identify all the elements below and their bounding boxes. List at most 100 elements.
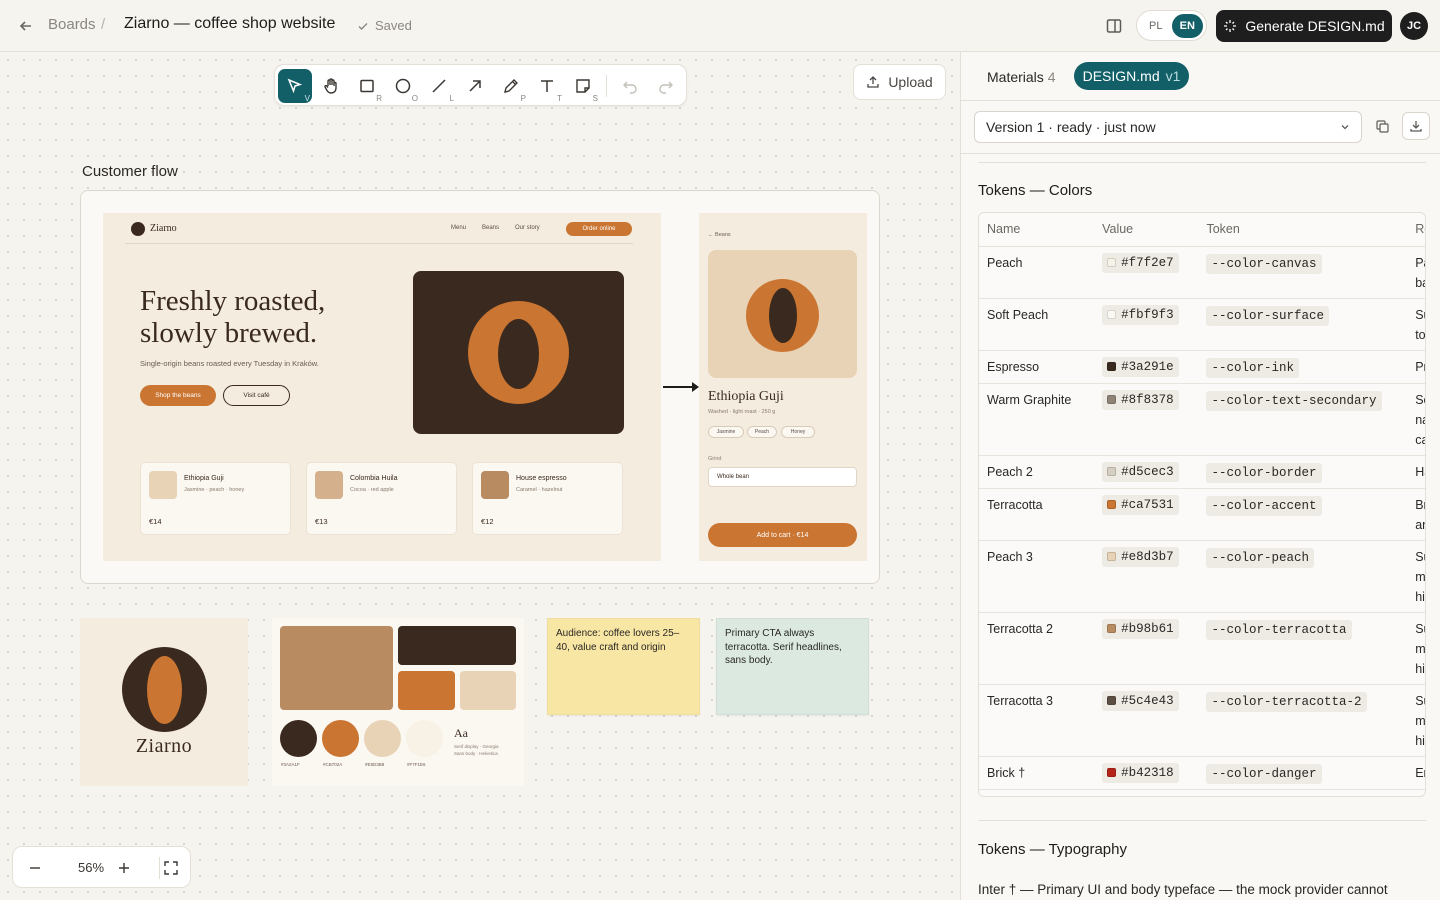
logo-material-card[interactable]: Ziarno [80, 618, 248, 786]
tab-design-label: DESIGN.md [1082, 68, 1160, 84]
sticky-note-audience[interactable]: Audience: coffee lovers 25–40, value cra… [547, 618, 700, 715]
zoom-out-button[interactable] [22, 855, 48, 881]
token-value[interactable]: #b98b61 [1102, 618, 1179, 639]
product-page-mockup[interactable]: ← Beans Ethiopia Guji Washed · light roa… [699, 213, 867, 561]
token-variable[interactable]: --color-terracotta [1206, 619, 1352, 640]
token-value[interactable]: #8f8378 [1102, 389, 1179, 410]
mock-product-card: Colombia Huila Cocoa · red apple €13 [306, 462, 457, 535]
token-value[interactable]: #e8d3b7 [1102, 546, 1179, 567]
chevron-down-icon [1341, 125, 1349, 130]
line-icon [432, 79, 446, 93]
canvas[interactable]: V R O L P T S Upload Customer flow Ziarn… [0, 52, 960, 900]
mock-divider [125, 243, 633, 244]
mock-note-chip: Jasmine [708, 426, 744, 438]
homepage-mockup[interactable]: Ziarno Menu Beans Our story Order online… [103, 213, 661, 561]
token-value-cell: #b42318 [1094, 756, 1199, 790]
tab-design-md[interactable]: DESIGN.md v1 [1074, 62, 1189, 90]
top-bar: Boards / Ziarno — coffee shop website Sa… [0, 0, 1440, 52]
zoom-in-button[interactable] [111, 855, 137, 881]
table-row: Peach #f7f2e7 --color-canvas Page canvas… [979, 246, 1425, 299]
token-value[interactable]: #b42318 [1102, 762, 1179, 783]
token-variable[interactable]: --color-terracotta-2 [1206, 691, 1367, 712]
palette-hex: #3A2A1F [281, 762, 300, 767]
token-variable[interactable]: --color-accent [1206, 495, 1322, 516]
sparkle-icon [1224, 20, 1237, 32]
arrow-tool[interactable] [458, 69, 492, 103]
color-swatch [1107, 258, 1117, 267]
token-cell: --color-terracotta-2 [1198, 684, 1408, 757]
token-variable[interactable]: --color-canvas [1206, 253, 1322, 274]
breadcrumb-boards[interactable]: Boards [48, 16, 96, 33]
token-role: Supporting materials – highlights [1407, 612, 1425, 685]
fit-screen-button[interactable] [158, 855, 184, 881]
token-value[interactable]: #ca7531 [1102, 494, 1179, 515]
tool-key: V [304, 94, 310, 103]
save-status: Saved [357, 18, 412, 33]
token-value[interactable]: #d5cec3 [1102, 461, 1179, 482]
token-variable[interactable]: --color-peach [1206, 547, 1314, 568]
lang-pl[interactable]: PL [1140, 14, 1172, 38]
frame-label[interactable]: Customer flow [82, 163, 178, 180]
copy-button[interactable] [1371, 115, 1393, 137]
sticky-note-icon [576, 79, 590, 93]
card-price: €14 [149, 517, 162, 526]
lang-en[interactable]: EN [1171, 13, 1203, 38]
rectangle-icon [360, 79, 374, 93]
upload-button[interactable]: Upload [853, 64, 946, 100]
token-variable[interactable]: --color-surface [1206, 305, 1329, 326]
avatar[interactable]: JC [1400, 12, 1428, 40]
token-value[interactable]: #f7f2e7 [1102, 252, 1179, 273]
token-variable[interactable]: --color-ink [1206, 357, 1299, 378]
table-row: Peach 2 #d5cec3 --color-border Hairline … [979, 455, 1425, 489]
back-arrow-icon[interactable] [16, 16, 36, 36]
mock-nav-item: Menu [451, 225, 467, 231]
table-header: Name Value Token Role [979, 213, 1425, 247]
token-value[interactable]: #5c4e43 [1102, 690, 1179, 711]
tab-materials[interactable]: Materials 4 [987, 69, 1056, 85]
card-name: Ethiopia Guji [184, 475, 224, 482]
token-variable[interactable]: --color-border [1206, 462, 1322, 483]
token-value[interactable]: #fbf9f3 [1102, 304, 1179, 325]
ellipse-tool[interactable]: O [386, 69, 420, 103]
token-variable[interactable]: --color-text-secondary [1206, 390, 1382, 411]
arrow-icon [469, 80, 481, 92]
undo-button[interactable] [613, 69, 647, 103]
sticky-tool[interactable]: S [566, 69, 600, 103]
token-cell: --color-canvas [1198, 246, 1408, 299]
token-cell: --color-ink [1198, 350, 1408, 384]
page-title[interactable]: Ziarno — coffee shop website [124, 15, 335, 33]
token-cell: --color-border [1198, 455, 1408, 489]
version-select[interactable]: Version 1 · ready · just now [974, 111, 1362, 143]
color-swatch [1107, 552, 1117, 561]
token-value-cell: #b98b61 [1094, 612, 1199, 685]
flow-connector-arrow[interactable] [663, 382, 699, 392]
palette-dot [364, 720, 401, 757]
mock-subheadline: Single-origin beans roasted every Tuesda… [140, 359, 319, 368]
line-tool[interactable]: L [422, 69, 456, 103]
token-value[interactable]: #3a291e [1102, 356, 1179, 377]
palette-swatch [280, 626, 393, 710]
rectangle-tool[interactable]: R [350, 69, 384, 103]
column-header: Token [1198, 213, 1408, 247]
design-panel: Materials 4 DESIGN.md v1 Version 1 · ready… [960, 52, 1440, 900]
column-header: Role [1407, 213, 1425, 247]
type-description: Serif display · Georgia Sans body · Helv… [454, 743, 514, 757]
palette-material-card[interactable]: #3A2A1F #CB702A #E8D3B8 #F7F1E6 Aa Serif… [272, 618, 524, 786]
token-variable[interactable]: --color-danger [1206, 763, 1322, 784]
color-swatch [1107, 768, 1117, 777]
table-row: Terracotta #ca7531 --color-accent Brand … [979, 488, 1425, 541]
upload-label: Upload [888, 74, 933, 90]
generate-design-button[interactable]: Generate DESIGN.md [1216, 10, 1392, 42]
hand-tool[interactable] [314, 69, 348, 103]
sticky-note-cta[interactable]: Primary CTA always terracotta. Serif hea… [716, 618, 869, 715]
text-tool[interactable]: T [530, 69, 564, 103]
panel-divider [961, 153, 1440, 154]
download-button[interactable] [1402, 112, 1430, 140]
pen-tool[interactable]: P [494, 69, 528, 103]
panel-toggle-icon[interactable] [1104, 16, 1124, 36]
select-tool[interactable]: V [278, 69, 312, 103]
column-header: Name [979, 213, 1095, 247]
download-icon [1410, 121, 1422, 132]
mock-secondary-button: Visit café [223, 385, 290, 406]
redo-button[interactable] [649, 69, 683, 103]
